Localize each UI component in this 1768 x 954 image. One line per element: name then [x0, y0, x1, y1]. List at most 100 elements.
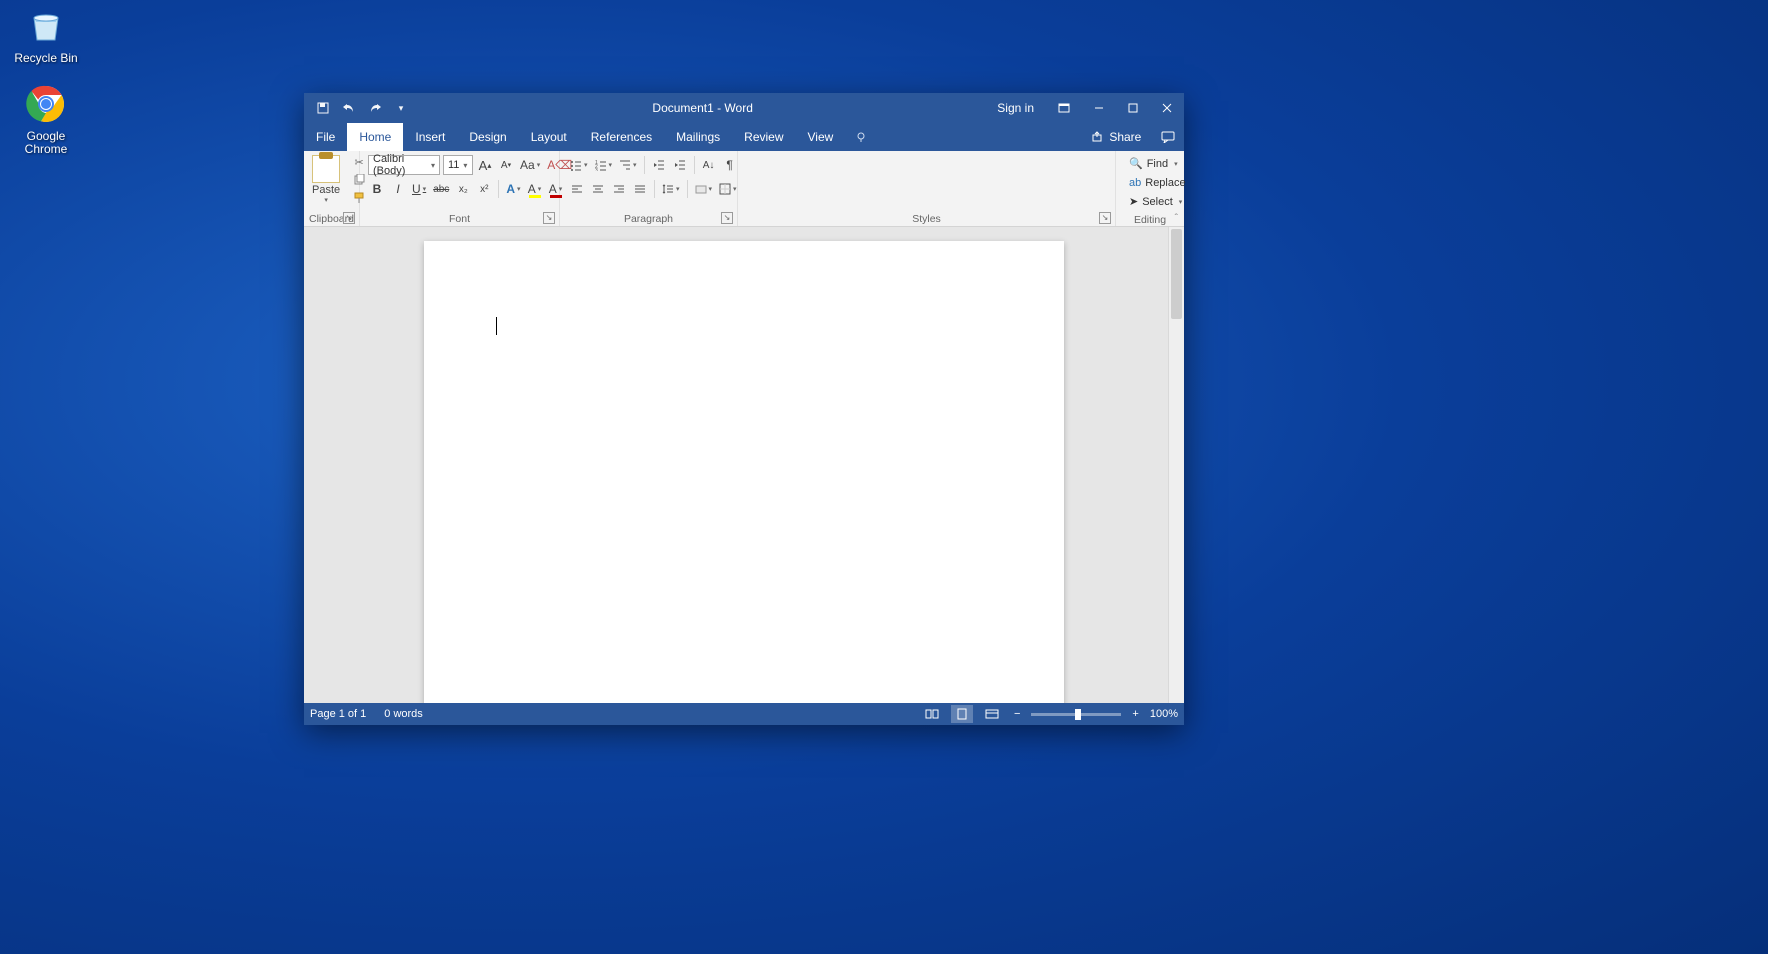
status-bar: Page 1 of 1 0 words − + 100%: [304, 703, 1184, 725]
share-label: Share: [1109, 130, 1141, 144]
cursor-icon: ➤: [1129, 195, 1138, 208]
group-label: Styles: [912, 213, 941, 225]
underline-button[interactable]: U▾: [410, 179, 428, 199]
ribbon-display-options-button[interactable]: [1046, 93, 1082, 123]
select-button[interactable]: ➤Select▾: [1126, 193, 1189, 210]
font-name-value: Calibri (Body): [373, 153, 427, 177]
align-right-button[interactable]: [610, 179, 628, 199]
comments-button[interactable]: [1153, 123, 1183, 151]
desktop-icon-recycle-bin[interactable]: Recycle Bin: [8, 4, 84, 65]
subscript-button[interactable]: x₂: [454, 179, 472, 199]
tab-insert[interactable]: Insert: [403, 123, 457, 151]
borders-button[interactable]: ▾: [717, 179, 739, 199]
ribbon-tabs: File Home Insert Design Layout Reference…: [304, 123, 1184, 151]
status-words[interactable]: 0 words: [384, 708, 423, 720]
zoom-level[interactable]: 100%: [1150, 708, 1178, 720]
clipboard-launcher[interactable]: ↘: [343, 212, 355, 224]
line-spacing-button[interactable]: ▾: [660, 179, 682, 199]
zoom-in-button[interactable]: +: [1129, 708, 1141, 720]
tab-mailings[interactable]: Mailings: [664, 123, 732, 151]
share-button[interactable]: Share: [1083, 123, 1149, 151]
replace-button[interactable]: abReplace: [1126, 174, 1189, 191]
paste-label: Paste: [312, 184, 340, 196]
redo-button[interactable]: [364, 97, 386, 119]
close-button[interactable]: [1150, 93, 1184, 123]
group-font: Calibri (Body)▾ 11▾ A▴ A▾ Aa▾ A⌫ B I U▾ …: [360, 151, 560, 226]
tell-me-search[interactable]: [845, 123, 1083, 151]
status-page[interactable]: Page 1 of 1: [310, 708, 366, 720]
search-icon: 🔍: [1129, 157, 1143, 170]
decrease-indent-button[interactable]: [650, 155, 668, 175]
paragraph-launcher[interactable]: ↘: [721, 212, 733, 224]
desktop-icon-label: Google Chrome: [8, 130, 84, 156]
read-mode-button[interactable]: [921, 705, 943, 723]
shrink-font-button[interactable]: A▾: [497, 155, 515, 175]
superscript-button[interactable]: x²: [475, 179, 493, 199]
justify-button[interactable]: [631, 179, 649, 199]
desktop-icon-label: Recycle Bin: [8, 52, 84, 65]
font-size-value: 11: [448, 159, 459, 171]
tab-design[interactable]: Design: [457, 123, 518, 151]
shading-button[interactable]: ▾: [693, 179, 715, 199]
print-layout-button[interactable]: [951, 705, 973, 723]
align-left-button[interactable]: [568, 179, 586, 199]
change-case-button[interactable]: Aa▾: [518, 155, 542, 175]
qat-customize-button[interactable]: ▾: [390, 97, 412, 119]
save-button[interactable]: [312, 97, 334, 119]
grow-font-button[interactable]: A▴: [476, 155, 494, 175]
document-area: [304, 227, 1184, 703]
group-paragraph: ▾ 123▾ ▾ A↓ ¶: [560, 151, 738, 226]
multilevel-list-button[interactable]: ▾: [617, 155, 639, 175]
sign-in-button[interactable]: Sign in: [985, 93, 1046, 123]
zoom-slider[interactable]: [1031, 713, 1121, 716]
find-button[interactable]: 🔍Find▾: [1126, 155, 1189, 172]
group-label: Editing: [1134, 214, 1166, 226]
font-launcher[interactable]: ↘: [543, 212, 555, 224]
tab-layout[interactable]: Layout: [519, 123, 579, 151]
recycle-bin-icon: [24, 4, 68, 48]
ribbon: Paste ▾ ✂ Clipboard↘ Calibri (Body)▾ 11▾: [304, 151, 1184, 227]
zoom-slider-thumb[interactable]: [1075, 709, 1081, 720]
titlebar: ▾ Document1 - Word Sign in: [304, 93, 1184, 123]
undo-button[interactable]: [338, 97, 360, 119]
chrome-icon: [24, 82, 68, 126]
scrollbar-thumb[interactable]: [1171, 229, 1182, 319]
tab-view[interactable]: View: [796, 123, 846, 151]
tab-file[interactable]: File: [304, 123, 347, 151]
svg-text:3: 3: [595, 168, 598, 171]
italic-button[interactable]: I: [389, 179, 407, 199]
maximize-button[interactable]: [1116, 93, 1150, 123]
sort-button[interactable]: A↓: [700, 155, 718, 175]
align-center-button[interactable]: [589, 179, 607, 199]
bold-button[interactable]: B: [368, 179, 386, 199]
show-marks-button[interactable]: ¶: [721, 155, 739, 175]
font-name-combo[interactable]: Calibri (Body)▾: [368, 155, 440, 175]
tab-home[interactable]: Home: [347, 123, 403, 151]
strikethrough-button[interactable]: abc: [431, 179, 451, 199]
text-effects-button[interactable]: A▾: [504, 179, 522, 199]
group-clipboard: Paste ▾ ✂ Clipboard↘: [304, 151, 360, 226]
document-page[interactable]: [424, 241, 1064, 703]
minimize-button[interactable]: [1082, 93, 1116, 123]
quick-access-toolbar: ▾: [304, 97, 420, 119]
styles-launcher[interactable]: ↘: [1099, 212, 1111, 224]
paste-icon: [312, 155, 340, 183]
text-cursor: [496, 317, 497, 335]
zoom-out-button[interactable]: −: [1011, 708, 1023, 720]
group-label: Paragraph: [624, 213, 673, 225]
highlight-button[interactable]: A▾: [526, 179, 544, 199]
word-window: ▾ Document1 - Word Sign in File Home Ins…: [304, 93, 1184, 725]
collapse-ribbon-button[interactable]: ˆ: [1175, 213, 1178, 224]
font-size-combo[interactable]: 11▾: [443, 155, 473, 175]
paste-button[interactable]: Paste ▾: [308, 153, 344, 206]
bullets-button[interactable]: ▾: [568, 155, 590, 175]
tab-review[interactable]: Review: [732, 123, 795, 151]
group-styles: Styles ↘: [738, 151, 1116, 226]
web-layout-button[interactable]: [981, 705, 1003, 723]
numbering-button[interactable]: 123▾: [593, 155, 615, 175]
tab-references[interactable]: References: [579, 123, 664, 151]
tell-me-input[interactable]: [873, 131, 1073, 143]
vertical-scrollbar[interactable]: [1168, 227, 1184, 703]
increase-indent-button[interactable]: [671, 155, 689, 175]
desktop-icon-chrome[interactable]: Google Chrome: [8, 82, 84, 156]
